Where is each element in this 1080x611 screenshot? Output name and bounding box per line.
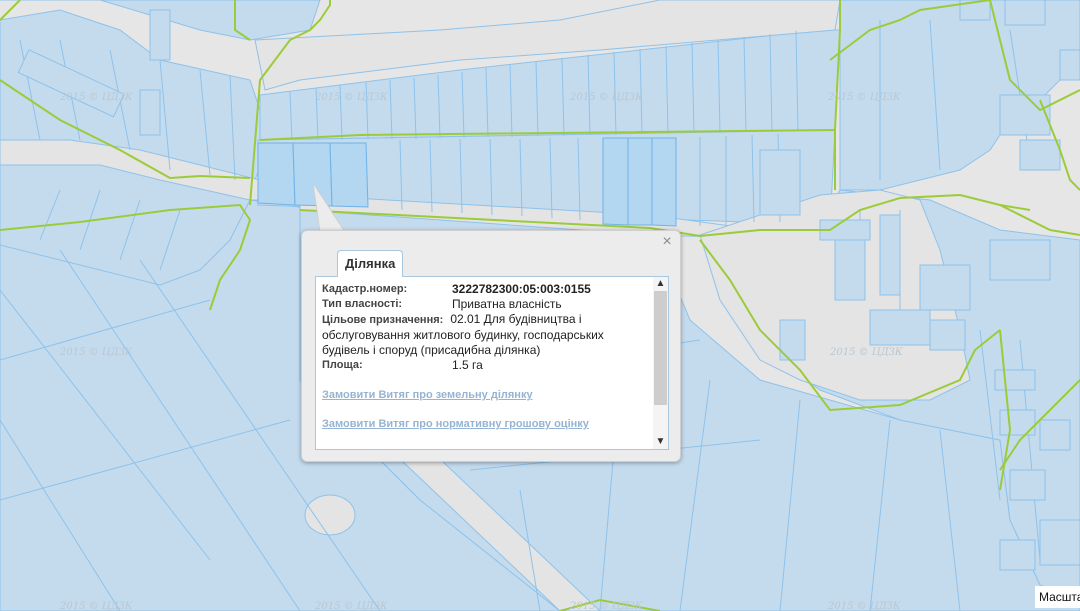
scroll-up-icon[interactable]: ▲ <box>653 277 668 291</box>
watermark-7: 2015 © ЦДЗК <box>59 601 133 611</box>
cadastral-value: 3222782300:05:003:0155 <box>452 282 591 296</box>
parcel-fields: Кадастр.номер: 3222782300:05:003:0155 Ти… <box>322 282 652 432</box>
tab-parcel[interactable]: Ділянка <box>337 250 404 277</box>
field-ownership: Тип власності: Приватна власність <box>322 297 652 312</box>
purpose-label: Цільове призначення: <box>322 314 444 326</box>
field-area: Площа: 1.5 га <box>322 358 652 373</box>
parcel-info-panel: Кадастр.номер: 3222782300:05:003:0155 Ти… <box>315 276 669 450</box>
close-icon[interactable]: × <box>660 234 674 250</box>
watermark-9: 2015 © ЦДЗК <box>569 601 643 611</box>
cadastral-label: Кадастр.номер: <box>322 283 408 295</box>
scrollbar-thumb[interactable] <box>654 291 667 405</box>
ownership-value: Приватна власність <box>452 297 562 311</box>
scale-label: Масштаб <box>1035 586 1080 608</box>
watermark-3: 2015 © ЦДЗК <box>569 92 643 103</box>
watermark-5: 2015 © ЦДЗК <box>59 347 133 358</box>
watermark-10: 2015 © ЦДЗК <box>827 601 901 611</box>
order-valuation-extract-link[interactable]: Замовити Витяг про нормативну грошову оц… <box>322 417 652 432</box>
scrollbar[interactable]: ▲ ▼ <box>653 277 668 449</box>
area-value: 1.5 га <box>452 358 483 372</box>
watermark-8: 2015 © ЦДЗК <box>314 601 388 611</box>
parcel-info-popup: × Ділянка Кадастр.номер: 3222782300:05:0… <box>301 230 681 462</box>
field-cadastral: Кадастр.номер: 3222782300:05:003:0155 <box>322 282 652 297</box>
ownership-label: Тип власності: <box>322 298 403 310</box>
scroll-down-icon[interactable]: ▼ <box>653 435 668 449</box>
watermark-1: 2015 © ЦДЗК <box>59 92 133 103</box>
watermark-2: 2015 © ЦДЗК <box>314 92 388 103</box>
area-label: Площа: <box>322 359 363 371</box>
order-land-extract-link[interactable]: Замовити Витяг про земельну ділянку <box>322 388 652 403</box>
watermark-4: 2015 © ЦДЗК <box>827 92 901 103</box>
watermark-6: 2015 © ЦДЗК <box>829 347 903 358</box>
field-purpose: Цільове призначення: 02.01 Для будівництв… <box>322 312 652 358</box>
